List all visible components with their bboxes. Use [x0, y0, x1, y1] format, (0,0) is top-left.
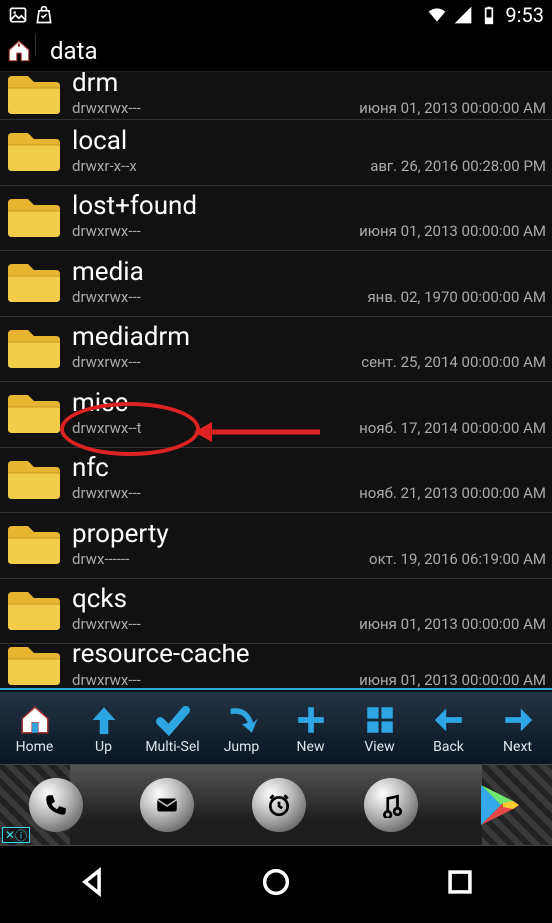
- folder-row[interactable]: drm drwxrwx--- июня 01, 2013 00:00:00 AM: [0, 72, 552, 120]
- android-navbar: [0, 846, 552, 922]
- folder-icon: [6, 195, 62, 239]
- folder-name: local: [72, 128, 546, 155]
- folder-perms: drwx------: [72, 550, 129, 568]
- folder-icon: [6, 129, 62, 173]
- home-icon: [18, 703, 52, 737]
- folder-date: июня 01, 2013 00:00:00 AM: [359, 222, 546, 240]
- tool-multisel[interactable]: Multi-Sel: [138, 693, 207, 764]
- folder-date: окт. 19, 2016 06:19:00 AM: [369, 550, 546, 568]
- ad-play-store-icon[interactable]: [475, 781, 523, 829]
- tool-next[interactable]: Next: [483, 693, 552, 764]
- jump-icon: [225, 703, 259, 737]
- nav-back[interactable]: [75, 865, 109, 903]
- path-bar: data: [0, 30, 552, 72]
- ad-phone-icon[interactable]: [29, 778, 83, 832]
- folder-name: mediadrm: [72, 324, 546, 351]
- tool-new[interactable]: New: [276, 693, 345, 764]
- folder-perms: drwxrwx---: [72, 99, 141, 117]
- folder-icon: [6, 72, 62, 116]
- up-arrow-icon: [87, 703, 121, 737]
- tool-up[interactable]: Up: [69, 693, 138, 764]
- folder-row[interactable]: nfc drwxrwx--- нояб. 21, 2013 00:00:00 A…: [0, 448, 552, 514]
- tool-label: Multi-Sel: [145, 739, 199, 755]
- folder-perms: drwxrwx---: [72, 484, 141, 502]
- folder-name: property: [72, 521, 546, 548]
- folder-row[interactable]: property drwx------ окт. 19, 2016 06:19:…: [0, 513, 552, 579]
- left-arrow-icon: [432, 703, 466, 737]
- tool-label: Back: [433, 739, 464, 755]
- folder-name: nfc: [72, 455, 546, 482]
- ad-mail-icon[interactable]: [140, 778, 194, 832]
- folder-row[interactable]: resource-cache drwxrwx--- июня 01, 2013 …: [0, 644, 552, 690]
- ad-music-icon[interactable]: [364, 778, 418, 832]
- image-notif-icon: [8, 5, 28, 25]
- check-icon: [156, 703, 190, 737]
- tool-label: Jump: [224, 739, 260, 755]
- folder-date: нояб. 21, 2013 00:00:00 AM: [359, 484, 546, 502]
- status-time: 9:53: [505, 3, 544, 27]
- wifi-icon: [427, 5, 447, 25]
- battery-icon: [479, 5, 499, 25]
- folder-row[interactable]: media drwxrwx--- янв. 02, 1970 00:00:00 …: [0, 251, 552, 317]
- tool-jump[interactable]: Jump: [207, 693, 276, 764]
- folder-row[interactable]: mediadrm drwxrwx--- сент. 25, 2014 00:00…: [0, 317, 552, 383]
- folder-perms: drwxrwx---: [72, 288, 141, 306]
- folder-perms: drwxrwx--t: [72, 419, 142, 437]
- folder-date: авг. 26, 2016 00:28:00 PM: [370, 157, 546, 175]
- right-arrow-icon: [501, 703, 535, 737]
- ad-close-x: ✕: [5, 828, 15, 842]
- folder-perms: drwxrwx---: [72, 222, 141, 240]
- folder-row[interactable]: lost+found drwxrwx--- июня 01, 2013 00:0…: [0, 186, 552, 252]
- folder-icon: [6, 644, 62, 687]
- file-list[interactable]: drm drwxrwx--- июня 01, 2013 00:00:00 AM…: [0, 72, 552, 692]
- tool-back[interactable]: Back: [414, 693, 483, 764]
- folder-date: сент. 25, 2014 00:00:00 AM: [361, 353, 546, 371]
- folder-date: июня 01, 2013 00:00:00 AM: [359, 671, 546, 689]
- ad-banner[interactable]: ✕ⓘ: [0, 764, 552, 846]
- tool-label: View: [364, 739, 394, 755]
- folder-name: drm: [72, 72, 546, 97]
- folder-name: misc: [72, 390, 546, 417]
- folder-icon: [6, 326, 62, 370]
- tool-label: Up: [95, 739, 112, 755]
- folder-row[interactable]: misc drwxrwx--t нояб. 17, 2014 00:00:00 …: [0, 382, 552, 448]
- folder-perms: drwxr-x--x: [72, 157, 137, 175]
- tool-view[interactable]: View: [345, 693, 414, 764]
- folder-icon: [6, 260, 62, 304]
- folder-name: qcks: [72, 586, 546, 613]
- folder-name: media: [72, 259, 546, 286]
- nav-home[interactable]: [259, 865, 293, 903]
- folder-date: нояб. 17, 2014 00:00:00 AM: [359, 419, 546, 437]
- bottom-toolbar: Home Up Multi-Sel Jump New View Back Nex…: [0, 692, 552, 764]
- tool-label: Next: [503, 739, 532, 755]
- folder-icon: [6, 457, 62, 501]
- folder-date: янв. 02, 1970 00:00:00 AM: [367, 288, 546, 306]
- folder-perms: drwxrwx---: [72, 615, 141, 633]
- grid-icon: [363, 703, 397, 737]
- folder-icon: [6, 522, 62, 566]
- folder-icon: [6, 588, 62, 632]
- folder-date: июня 01, 2013 00:00:00 AM: [359, 99, 546, 117]
- ad-close-button[interactable]: ✕ⓘ: [2, 827, 30, 843]
- folder-name: lost+found: [72, 193, 546, 220]
- ad-info-icon: ⓘ: [15, 827, 27, 844]
- folder-perms: drwxrwx---: [72, 353, 141, 371]
- status-bar: 9:53: [0, 0, 552, 30]
- folder-name: resource-cache: [72, 644, 546, 669]
- folder-icon: [6, 391, 62, 435]
- folder-row[interactable]: local drwxr-x--x авг. 26, 2016 00:28:00 …: [0, 120, 552, 186]
- folder-date: июня 01, 2013 00:00:00 AM: [359, 615, 546, 633]
- path-home-button[interactable]: [2, 34, 36, 68]
- folder-row[interactable]: qcks drwxrwx--- июня 01, 2013 00:00:00 A…: [0, 579, 552, 645]
- shopping-notif-icon: [34, 5, 54, 25]
- ad-alarm-icon[interactable]: [252, 778, 306, 832]
- tool-home[interactable]: Home: [0, 693, 69, 764]
- folder-perms: drwxrwx---: [72, 671, 141, 689]
- plus-icon: [294, 703, 328, 737]
- breadcrumb-segment[interactable]: data: [40, 33, 108, 69]
- signal-icon: [453, 5, 473, 25]
- tool-label: Home: [16, 739, 54, 755]
- tool-label: New: [297, 739, 325, 755]
- nav-recent[interactable]: [443, 865, 477, 903]
